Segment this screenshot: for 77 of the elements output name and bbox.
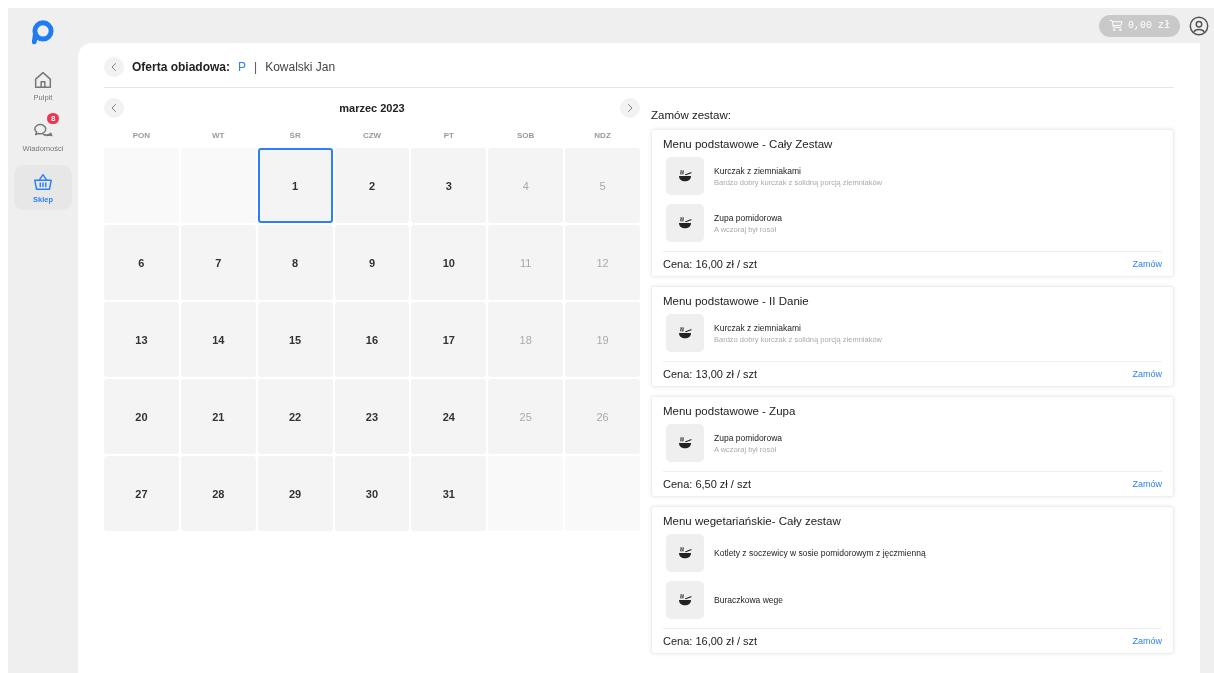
day-cell[interactable]: 3 xyxy=(411,148,487,223)
weekday-label: ŚR xyxy=(288,130,302,142)
bowl-icon xyxy=(677,592,693,608)
day-cell: 26 xyxy=(565,379,640,454)
menu-title: Menu podstawowe - Zupa xyxy=(663,405,797,417)
bowl-icon xyxy=(677,545,693,561)
person-name: Kowalski Jan xyxy=(265,60,336,74)
dish-name: Kurczak z ziemniakami xyxy=(714,165,802,176)
logo-icon xyxy=(30,19,56,45)
day-cell: 12 xyxy=(565,225,640,300)
next-month-button[interactable] xyxy=(620,98,640,118)
order-link[interactable]: Zamów xyxy=(1132,636,1162,646)
day-cell: 18 xyxy=(488,302,564,377)
page-title: Oferta obiadowa: xyxy=(132,60,230,74)
day-cell[interactable]: 31 xyxy=(411,456,487,531)
weekday-label: PT xyxy=(442,130,455,142)
day-cell[interactable]: 2 xyxy=(334,148,410,223)
day-cell[interactable]: 23 xyxy=(334,379,410,454)
order-link[interactable]: Zamów xyxy=(1132,479,1162,489)
day-cell: 5 xyxy=(565,148,640,223)
section-heading: Zamów zestaw: xyxy=(651,109,732,121)
weekday-label: PON xyxy=(131,130,152,142)
day-cell[interactable]: 8 xyxy=(257,225,333,300)
weekday-label: WT xyxy=(211,130,226,142)
bowl-icon xyxy=(677,215,693,231)
back-button[interactable] xyxy=(104,57,124,77)
day-cell[interactable]: 10 xyxy=(411,225,487,300)
day-cell[interactable]: 29 xyxy=(257,456,333,531)
weekday-label: CZW xyxy=(361,130,383,142)
day-cell[interactable]: 7 xyxy=(180,225,256,300)
day-cell[interactable]: 30 xyxy=(334,456,410,531)
day-cell[interactable]: 15 xyxy=(257,302,333,377)
count-badge: 8 xyxy=(47,113,60,124)
bowl-icon xyxy=(677,325,693,341)
order-link[interactable]: Zamów xyxy=(1132,259,1162,269)
price-label: Cena: 13,00 zł / szt xyxy=(663,368,758,380)
weekday-label: NDZ xyxy=(593,130,612,142)
day-cell[interactable]: 1 xyxy=(257,148,333,223)
previous-month-button[interactable] xyxy=(104,98,124,118)
day-cell: 25 xyxy=(488,379,564,454)
basket-icon xyxy=(32,171,54,193)
day-cell[interactable]: 21 xyxy=(180,379,256,454)
day-cell[interactable]: 6 xyxy=(104,225,179,300)
day-cell[interactable]: 16 xyxy=(334,302,410,377)
offer-code: P xyxy=(238,60,247,74)
day-cell[interactable]: 24 xyxy=(411,379,487,454)
cart-icon xyxy=(1109,18,1124,33)
menu-title: Menu podstawowe - Cały Zestaw xyxy=(663,138,834,150)
day-cell[interactable]: 20 xyxy=(104,379,179,454)
separator: | xyxy=(254,60,258,74)
bowl-icon xyxy=(677,435,693,451)
day-cell: 11 xyxy=(488,225,564,300)
day-cell[interactable]: 22 xyxy=(257,379,333,454)
price-label: Cena: 6,50 zł / szt xyxy=(663,478,752,490)
home-icon xyxy=(32,69,54,91)
order-link[interactable]: Zamów xyxy=(1132,369,1162,379)
bowl-icon xyxy=(677,168,693,184)
day-cell[interactable]: 14 xyxy=(180,302,256,377)
day-cell[interactable]: 13 xyxy=(104,302,179,377)
day-cell[interactable]: 27 xyxy=(104,456,179,531)
day-cell[interactable]: 17 xyxy=(411,302,487,377)
price-label: Cena: 16,00 zł / szt xyxy=(663,635,758,647)
dish-name: Kotlety z soczewicy w sosie pomidorowym z jęczmienną xyxy=(714,548,926,558)
price-label: Cena: 16,00 zł / szt xyxy=(663,258,758,270)
day-cell[interactable]: 28 xyxy=(180,456,256,531)
day-cell[interactable]: 9 xyxy=(334,225,410,300)
dish-name: Buraczkowa wege xyxy=(714,595,783,605)
day-cell: 19 xyxy=(565,302,640,377)
menu-title: Menu podstawowe - II Danie xyxy=(663,295,810,307)
dish-name: Zupa pomidorowa xyxy=(714,212,783,223)
menu-title: Menu wegetariańskie- Cały zestaw xyxy=(663,515,842,527)
weekday-label: SOB xyxy=(516,130,536,142)
day-cell: 4 xyxy=(488,148,564,223)
dish-name: Kurczak z ziemniakami xyxy=(714,322,802,333)
month-title: marzec 2023 xyxy=(339,102,405,114)
dish-name: Zupa pomidorowa xyxy=(714,432,783,443)
user-icon[interactable] xyxy=(1188,14,1210,37)
